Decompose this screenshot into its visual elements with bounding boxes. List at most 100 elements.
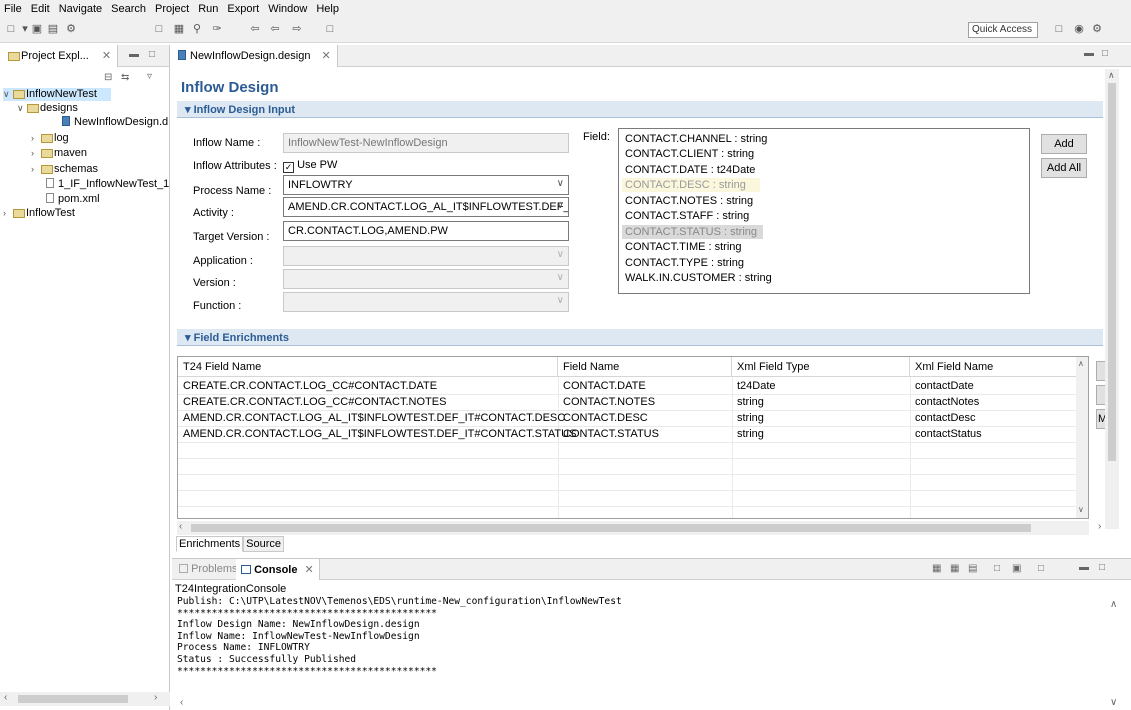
tab-newinflowdesign[interactable]: NewInflowDesign.design ✕ xyxy=(172,45,338,67)
collapsed-arrow-icon[interactable]: › xyxy=(31,147,41,160)
scroll-left-icon[interactable]: ‹ xyxy=(4,692,7,703)
tree-item-designs[interactable]: ∨ designs xyxy=(17,102,78,115)
application-combo[interactable]: ∨ xyxy=(283,246,569,266)
activity-combo[interactable]: AMEND.CR.CONTACT.LOG_AL_IT$INFLOWTEST.DE… xyxy=(283,197,569,217)
tab-source[interactable]: Source xyxy=(243,536,284,552)
tab-project-explorer[interactable]: Project Expl... ✕ xyxy=(0,45,119,67)
inflow-name-field[interactable]: InflowNewTest-NewInflowDesign xyxy=(283,133,569,153)
function-combo[interactable]: ∨ xyxy=(283,292,569,312)
explorer-hscrollbar[interactable]: ‹ › xyxy=(0,692,170,706)
menu-export[interactable]: Export xyxy=(227,3,259,15)
editor-vscrollbar[interactable]: ∧ xyxy=(1105,69,1119,529)
view-menu-icon[interactable]: ▿ xyxy=(147,71,152,82)
section-field-enrichments[interactable]: ▾ Field Enrichments xyxy=(177,329,1103,346)
field-item[interactable]: CONTACT.NOTES : string xyxy=(622,194,756,208)
scroll-thumb[interactable] xyxy=(191,524,1031,532)
enrichments-table[interactable]: T24 Field Name Field Name Xml Field Type… xyxy=(177,356,1089,519)
back-icon[interactable]: ⇦ xyxy=(248,22,262,36)
new-wizard-icon[interactable]: □ xyxy=(152,22,166,36)
terminal-icon[interactable]: ▦ xyxy=(172,22,186,36)
collapse-arrow-icon[interactable]: ▾ xyxy=(185,104,191,116)
new-icon[interactable]: □ xyxy=(4,22,18,36)
search-icon[interactable]: ⚲ xyxy=(190,22,204,36)
menu-navigate[interactable]: Navigate xyxy=(59,3,102,15)
section-inflow-design-input[interactable]: ▾ Inflow Design Input xyxy=(177,101,1103,118)
column-header-xml-field-name[interactable]: Xml Field Name xyxy=(910,357,1088,377)
forward-icon[interactable]: ⇨ xyxy=(290,22,304,36)
pin-console-icon[interactable]: □ xyxy=(994,563,1000,574)
menu-run[interactable]: Run xyxy=(198,3,218,15)
close-icon[interactable]: ✕ xyxy=(322,50,331,62)
table-vscrollbar[interactable]: ∧ ∨ xyxy=(1076,357,1088,518)
collapse-arrow-icon[interactable]: ▾ xyxy=(185,332,191,344)
menu-edit[interactable]: Edit xyxy=(31,3,50,15)
collapsed-arrow-icon[interactable]: › xyxy=(31,163,41,176)
scroll-down-icon[interactable]: ∨ xyxy=(1110,697,1117,708)
tab-console[interactable]: Console ✕ xyxy=(236,559,320,580)
pin-icon[interactable]: ✑ xyxy=(210,22,224,36)
tree-item-if-file[interactable]: 1_IF_InflowNewTest_1 xyxy=(46,178,169,191)
close-icon[interactable]: ✕ xyxy=(305,564,314,576)
expanded-arrow-icon[interactable]: ∨ xyxy=(3,88,13,101)
open-perspective-icon[interactable]: □ xyxy=(323,22,337,36)
forward-history-icon[interactable]: ⇦ xyxy=(268,22,282,36)
settings-icon[interactable]: ⚙ xyxy=(64,22,78,36)
display-console-icon[interactable]: ▣ xyxy=(1012,563,1021,574)
column-header-t24-field-name[interactable]: T24 Field Name xyxy=(178,357,558,377)
perspective-icon[interactable]: □ xyxy=(1052,22,1066,36)
word-wrap-icon[interactable]: ▤ xyxy=(968,563,977,574)
version-combo[interactable]: ∨ xyxy=(283,269,569,289)
tree-item-newinflowdesign[interactable]: NewInflowDesign.d xyxy=(62,116,168,129)
scroll-left-icon[interactable]: ‹ xyxy=(180,697,183,708)
tab-problems[interactable]: Problems xyxy=(174,559,243,580)
expanded-arrow-icon[interactable]: ∨ xyxy=(17,102,27,115)
tree-item-inflowtest[interactable]: › InflowTest xyxy=(3,207,75,220)
field-item-selected[interactable]: CONTACT.STATUS : string xyxy=(622,225,763,239)
field-item[interactable]: CONTACT.CLIENT : string xyxy=(622,147,757,161)
column-header-field-name[interactable]: Field Name xyxy=(558,357,732,377)
column-header-xml-field-type[interactable]: Xml Field Type xyxy=(732,357,910,377)
maximize-icon[interactable]: □ xyxy=(149,49,155,60)
link-editor-icon[interactable]: ⇆ xyxy=(121,72,129,83)
menu-window[interactable]: Window xyxy=(268,3,307,15)
tree-item-maven[interactable]: › maven xyxy=(31,147,87,160)
menu-search[interactable]: Search xyxy=(111,3,146,15)
maximize-icon[interactable]: □ xyxy=(1099,562,1105,573)
maximize-icon[interactable]: □ xyxy=(1102,48,1108,59)
scroll-up-icon[interactable]: ∧ xyxy=(1110,599,1117,610)
tree-item-schemas[interactable]: › schemas xyxy=(31,163,98,176)
table-hscrollbar[interactable]: ‹ › xyxy=(177,521,1101,535)
field-item[interactable]: WALK.IN.CUSTOMER : string xyxy=(622,271,775,285)
quick-access-field[interactable]: Quick Access xyxy=(968,22,1038,38)
minimize-icon[interactable]: ▬ xyxy=(1079,562,1089,573)
field-item[interactable]: CONTACT.CHANNEL : string xyxy=(622,132,770,146)
add-all-button[interactable]: Add All xyxy=(1041,158,1087,178)
menu-file[interactable]: File xyxy=(4,3,22,15)
close-icon[interactable]: ✕ xyxy=(102,50,111,62)
add-button[interactable]: Add xyxy=(1041,134,1087,154)
field-item-used[interactable]: CONTACT.DESC : string xyxy=(622,178,760,192)
collapse-all-icon[interactable]: ⊟ xyxy=(104,72,112,83)
collapsed-arrow-icon[interactable]: › xyxy=(31,132,41,145)
scroll-up-icon[interactable]: ∧ xyxy=(1108,70,1115,81)
scroll-down-icon[interactable]: ∨ xyxy=(1078,505,1084,514)
use-pw-checkbox[interactable]: ✓ Use PW xyxy=(283,159,337,173)
scroll-thumb[interactable] xyxy=(18,695,128,703)
scroll-left-icon[interactable]: ‹ xyxy=(179,521,182,532)
field-item[interactable]: CONTACT.TIME : string xyxy=(622,240,745,254)
target-version-field[interactable]: CR.CONTACT.LOG,AMEND.PW xyxy=(283,221,569,241)
integration-perspective-icon[interactable]: ⚙ xyxy=(1090,22,1104,36)
field-item[interactable]: CONTACT.TYPE : string xyxy=(622,256,747,270)
globe-icon[interactable]: ◉ xyxy=(1072,22,1086,36)
tree-item-log[interactable]: › log xyxy=(31,132,69,145)
field-item[interactable]: CONTACT.DATE : t24Date xyxy=(622,163,758,177)
minimize-icon[interactable]: ▬ xyxy=(129,49,139,60)
tab-enrichments[interactable]: Enrichments xyxy=(176,536,244,552)
field-item[interactable]: CONTACT.STAFF : string xyxy=(622,209,752,223)
collapsed-arrow-icon[interactable]: › xyxy=(3,207,13,220)
tree-item-inflownewtest[interactable]: ∨ InflowNewTest xyxy=(3,88,111,101)
save-icon[interactable]: ▣ xyxy=(30,22,44,36)
scroll-lock-icon[interactable]: ▦ xyxy=(950,563,959,574)
scroll-up-icon[interactable]: ∧ xyxy=(1078,359,1084,368)
tree-item-pom[interactable]: pom.xml xyxy=(46,193,100,206)
